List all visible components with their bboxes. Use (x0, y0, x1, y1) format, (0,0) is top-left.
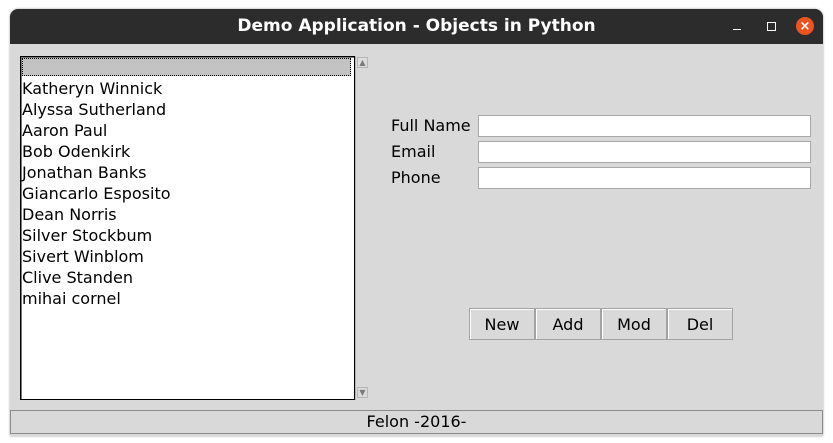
list-item[interactable]: Sivert Winblom (22, 246, 144, 267)
list-item[interactable]: mihai cornel (22, 288, 121, 309)
list-item[interactable]: Alyssa Sutherland (22, 99, 166, 120)
fullname-field[interactable] (478, 115, 811, 137)
email-field[interactable] (478, 141, 811, 163)
contacts-listbox[interactable]: Katheryn Winnick Alyssa Sutherland Aaron… (20, 56, 355, 400)
app-window: Demo Application - Objects in Python × K… (10, 9, 823, 436)
listbox-scrollbar[interactable]: ▲ ▼ (355, 56, 369, 400)
maximize-icon (766, 21, 776, 31)
list-item[interactable]: Katheryn Winnick (22, 78, 162, 99)
email-label: Email (391, 142, 436, 161)
status-bar: Felon -2016- (10, 410, 823, 434)
list-item[interactable]: Giancarlo Esposito (22, 183, 171, 204)
scroll-down-icon[interactable]: ▼ (357, 387, 368, 398)
new-button[interactable]: New (469, 308, 535, 340)
list-item[interactable]: Dean Norris (22, 204, 117, 225)
scroll-up-icon[interactable]: ▲ (357, 57, 368, 68)
modify-button[interactable]: Mod (601, 308, 667, 340)
window-title: Demo Application - Objects in Python (237, 16, 596, 36)
delete-button[interactable]: Del (667, 308, 733, 340)
list-item[interactable] (22, 58, 351, 76)
minimize-button[interactable] (728, 17, 746, 35)
close-button[interactable]: × (796, 17, 814, 35)
list-item[interactable]: Silver Stockbum (22, 225, 152, 246)
title-bar[interactable]: Demo Application - Objects in Python × (10, 9, 823, 44)
fullname-label: Full Name (391, 116, 471, 135)
list-item[interactable]: Bob Odenkirk (22, 141, 130, 162)
add-button[interactable]: Add (535, 308, 601, 340)
phone-label: Phone (391, 168, 441, 187)
list-item[interactable]: Jonathan Banks (22, 162, 146, 183)
close-icon: × (799, 18, 811, 34)
minimize-icon (733, 28, 741, 30)
maximize-button[interactable] (762, 17, 780, 35)
list-item[interactable]: Clive Standen (22, 267, 133, 288)
phone-field[interactable] (478, 167, 811, 189)
list-item[interactable]: Aaron Paul (22, 120, 107, 141)
